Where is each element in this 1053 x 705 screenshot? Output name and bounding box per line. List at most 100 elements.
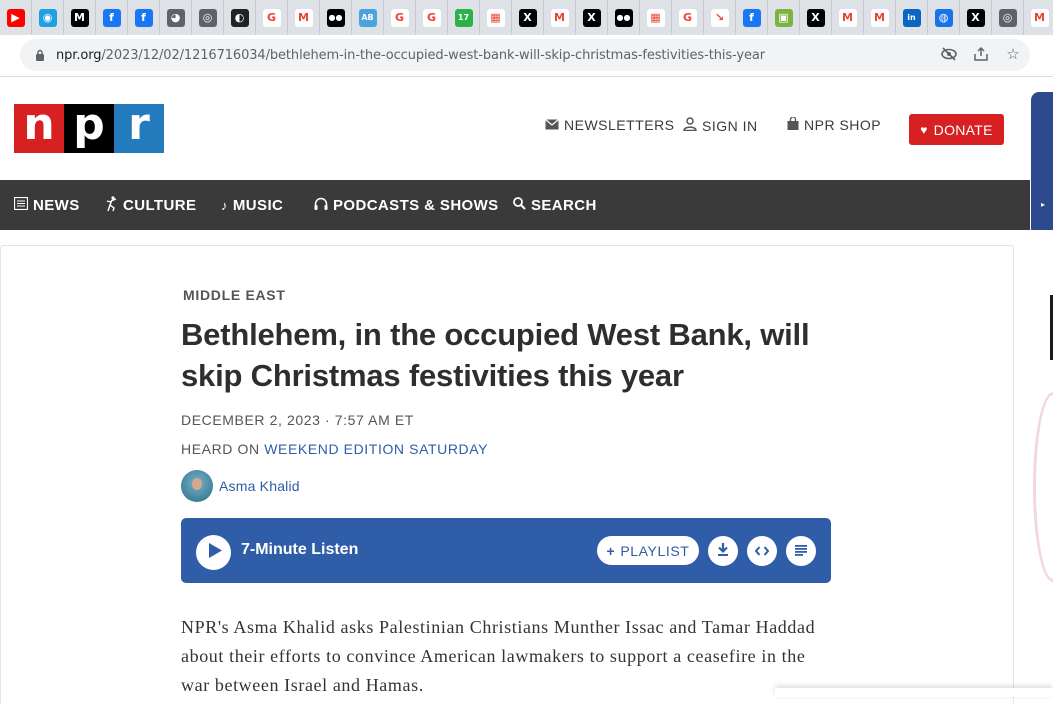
url-text[interactable]: npr.org/2023/12/02/1216716034/bethlehem-… (56, 48, 765, 63)
npr-shop-link[interactable]: NPR SHOP (787, 117, 881, 133)
share-icon[interactable] (972, 45, 990, 63)
heard-on-line: HEARD ON WEEKEND EDITION SATURDAY (181, 441, 488, 457)
download-button[interactable] (708, 536, 738, 566)
browser-address-bar: ⟨ npr.org/2023/12/02/1216716034/bethlehe… (0, 35, 1053, 77)
sign-in-link[interactable]: SIGN IN (683, 117, 758, 134)
browser-tab[interactable]: ●● (320, 0, 352, 35)
browser-tab[interactable]: X (576, 0, 608, 35)
heard-on-show-link[interactable]: WEEKEND EDITION SATURDAY (264, 441, 488, 457)
nav-search[interactable]: SEARCH (513, 180, 597, 230)
browser-tab[interactable]: ↘ (704, 0, 736, 35)
sign-in-label: SIGN IN (702, 118, 758, 134)
envelope-icon (545, 118, 559, 133)
facebook-icon: f (135, 9, 153, 27)
search-icon (513, 197, 526, 213)
article-summary-text: NPR's Asma Khalid asks Palestinian Chris… (181, 613, 831, 700)
url-host: npr.org (56, 48, 101, 63)
browser-tab[interactable]: X (960, 0, 992, 35)
playlist-label: PLAYLIST (620, 543, 689, 559)
browser-tab[interactable]: AB (352, 0, 384, 35)
browser-tab[interactable]: M (864, 0, 896, 35)
newsletters-link[interactable]: NEWSLETTERS (545, 117, 675, 133)
nav-podcasts-label: PODCASTS & SHOWS (333, 197, 499, 214)
side-promo-strip[interactable] (1031, 92, 1053, 230)
browser-tab[interactable]: G (672, 0, 704, 35)
browser-tab[interactable]: f (128, 0, 160, 35)
npr-shop-label: NPR SHOP (804, 117, 881, 133)
browser-tab[interactable]: G (256, 0, 288, 35)
google-icon: G (679, 9, 697, 27)
browser-tab[interactable]: ◉ (32, 0, 64, 35)
newspaper-icon (14, 197, 28, 213)
nav-culture-label: CULTURE (123, 197, 196, 214)
browser-tab[interactable]: ▦ (640, 0, 672, 35)
badge-icon: 17 (455, 9, 473, 27)
article-date: DECEMBER 2, 2023 · 7:57 AM ET (181, 412, 414, 428)
author-avatar[interactable] (181, 470, 213, 502)
play-button[interactable] (196, 535, 231, 570)
nav-music[interactable]: ♪ MUSIC (221, 180, 283, 230)
browser-tab[interactable]: f (736, 0, 768, 35)
shopping-bag-icon (787, 117, 799, 133)
x-icon: X (519, 9, 537, 27)
facebook-icon: f (103, 9, 121, 27)
browser-tab[interactable]: ▶ (0, 0, 32, 35)
side-promo-arrow-icon[interactable]: ▸ (1041, 200, 1045, 209)
chart-icon: ▦ (487, 9, 505, 27)
browser-tab[interactable]: ◕ (160, 0, 192, 35)
gmail-icon: M (839, 9, 857, 27)
browser-tab[interactable]: ◎ (992, 0, 1024, 35)
browser-tab[interactable]: G (416, 0, 448, 35)
browser-tab[interactable]: M (832, 0, 864, 35)
browser-tab[interactable]: G (384, 0, 416, 35)
dots-icon: ●● (327, 9, 345, 27)
author-name-link[interactable]: Asma Khalid (219, 478, 300, 494)
browser-tab[interactable]: 17 (448, 0, 480, 35)
gmail-icon: M (1031, 9, 1049, 27)
eye-slash-icon[interactable] (940, 45, 958, 63)
nav-podcasts-shows[interactable]: PODCASTS & SHOWS (314, 180, 499, 230)
embed-button[interactable] (747, 536, 777, 566)
browser-tab[interactable]: X (800, 0, 832, 35)
image-icon: ▣ (775, 9, 793, 27)
lock-icon[interactable] (34, 49, 46, 61)
browser-tab[interactable]: M (64, 0, 96, 35)
donate-button[interactable]: ♥ DONATE (909, 114, 1004, 145)
browser-tab[interactable]: f (96, 0, 128, 35)
browser-tab[interactable]: ◐ (224, 0, 256, 35)
add-to-playlist-button[interactable]: + PLAYLIST (597, 536, 699, 565)
browser-tab[interactable]: ◍ (928, 0, 960, 35)
music-note-icon: ♪ (221, 198, 228, 213)
heard-on-label: HEARD ON (181, 441, 264, 457)
browser-tab[interactable]: in (896, 0, 928, 35)
browser-tab[interactable]: ◎ (192, 0, 224, 35)
npr-logo[interactable]: n p r (14, 104, 164, 153)
browser-tab[interactable]: ▣ (768, 0, 800, 35)
arrow-icon: ↘ (711, 9, 729, 27)
globe-icon: ◍ (935, 9, 953, 27)
embed-code-icon (755, 544, 769, 559)
transcript-button[interactable] (786, 536, 816, 566)
nav-search-label: SEARCH (531, 197, 597, 214)
browser-tab[interactable]: X (512, 0, 544, 35)
bookmark-star-icon[interactable]: ☆ (1004, 45, 1022, 63)
listen-duration-label: 7-Minute Listen (241, 541, 358, 559)
facebook-icon: f (743, 9, 761, 27)
nav-news[interactable]: NEWS (14, 180, 80, 230)
x-icon: X (583, 9, 601, 27)
browser-tab[interactable]: M (1024, 0, 1053, 35)
browser-tab[interactable]: M (288, 0, 320, 35)
youtube-icon: ▶ (7, 9, 25, 27)
browser-tab[interactable]: ▦ (480, 0, 512, 35)
google-icon: G (391, 9, 409, 27)
logo-letter-p: p (64, 104, 114, 153)
url-omnibox[interactable]: npr.org/2023/12/02/1216716034/bethlehem-… (20, 39, 1030, 71)
author-byline[interactable]: Asma Khalid (181, 470, 300, 502)
browser-tab[interactable]: M (544, 0, 576, 35)
browser-tab[interactable]: ●● (608, 0, 640, 35)
play-icon (209, 543, 222, 562)
article-kicker[interactable]: MIDDLE EAST (183, 287, 286, 303)
nav-culture[interactable]: CULTURE (106, 180, 196, 230)
main-nav: NEWS CULTURE ♪ MUSIC PODCASTS & SHOWS SE… (0, 180, 1030, 230)
x-icon: X (967, 9, 985, 27)
